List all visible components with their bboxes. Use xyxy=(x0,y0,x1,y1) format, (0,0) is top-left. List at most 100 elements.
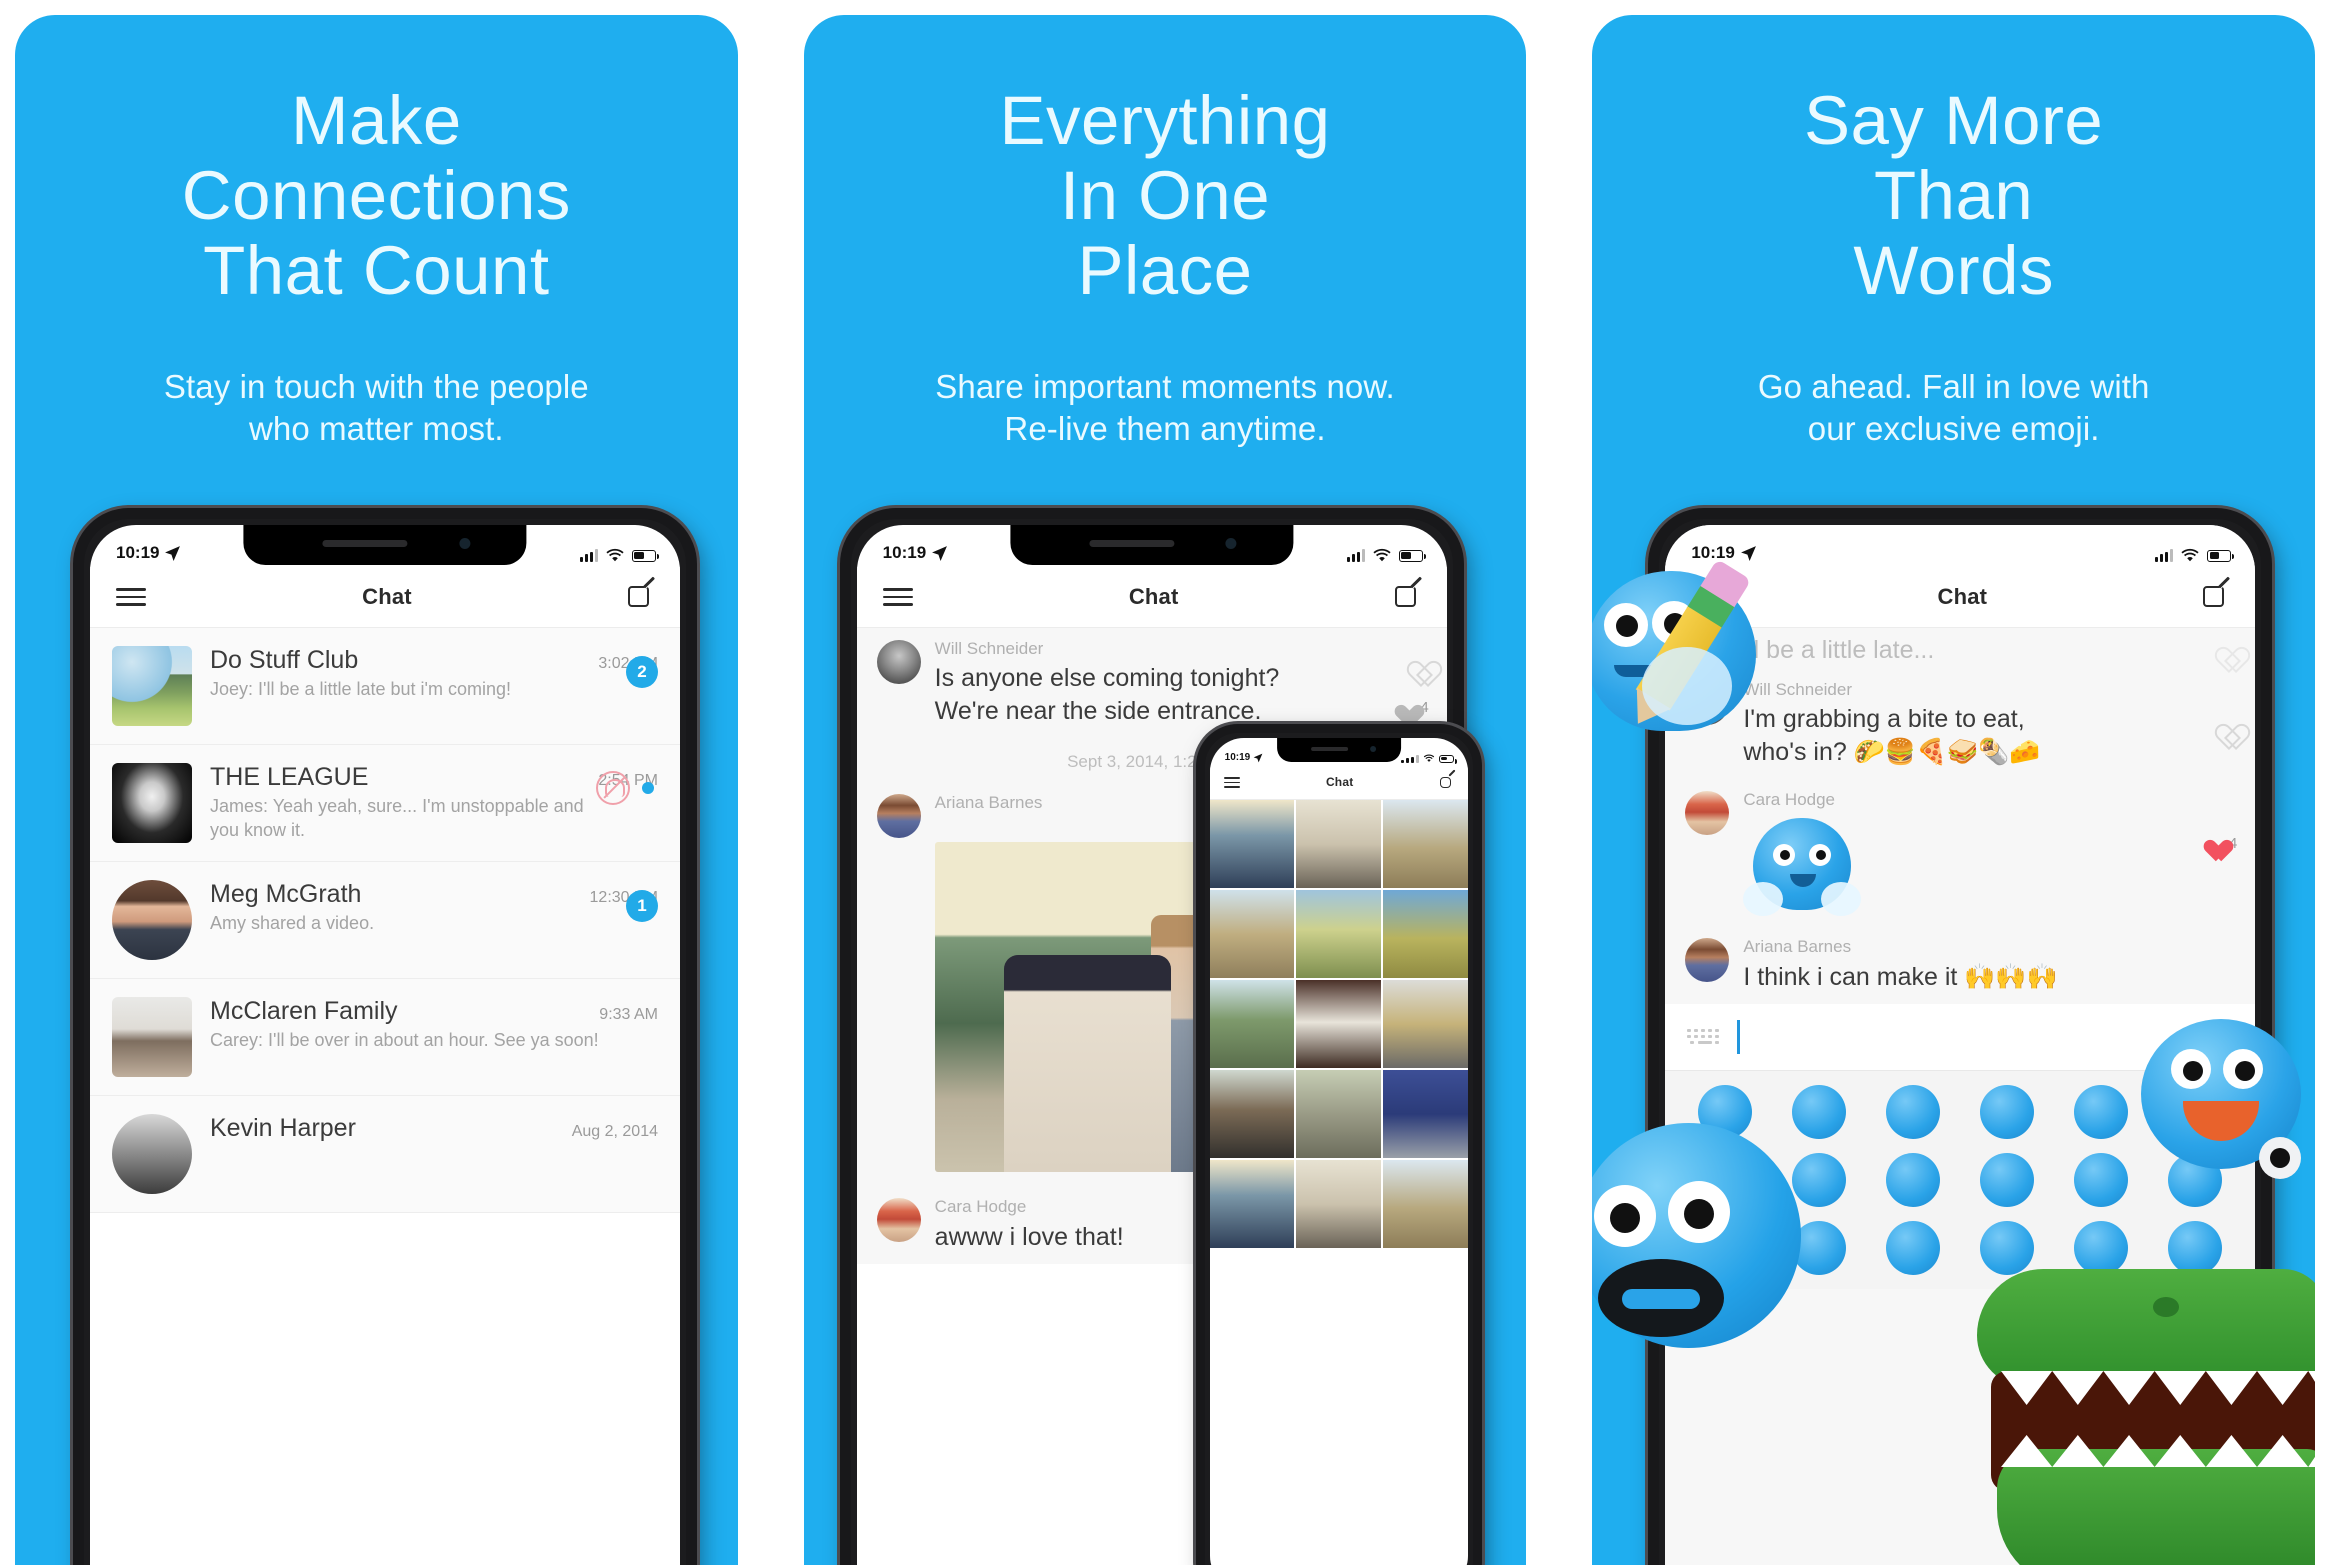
blue-blob-open-mouth-sticker xyxy=(1592,1123,1816,1363)
status-time: 10:19 xyxy=(1224,752,1251,763)
status-bar: 10:19 xyxy=(857,525,1447,567)
phone-mockup-photo-grid: 10:19 Chat xyxy=(1195,724,1482,1565)
battery-icon xyxy=(1398,549,1426,562)
panel-2-subheadline: Share important moments now. Re-live the… xyxy=(804,366,1527,450)
grid-photo[interactable] xyxy=(1383,979,1468,1068)
wifi-icon xyxy=(2181,548,2199,562)
blue-blob-hug-sticker xyxy=(1743,818,1862,922)
conversation-time: Aug 2, 2014 xyxy=(571,1122,658,1140)
conversation-name: McClaren Family xyxy=(210,996,398,1025)
hamburger-menu-icon[interactable] xyxy=(116,583,146,611)
avatar xyxy=(1685,938,1730,983)
status-left: 10:19 xyxy=(116,543,181,563)
grid-photo[interactable] xyxy=(1296,799,1381,888)
grid-photo[interactable] xyxy=(1296,1159,1381,1248)
message-reactions[interactable] xyxy=(2211,713,2237,737)
message[interactable]: Cara Hodge 4 xyxy=(1665,779,2255,926)
emoji-blob-angry[interactable] xyxy=(1886,1220,1941,1275)
status-right xyxy=(1400,754,1457,764)
emoji-blob-nerd[interactable] xyxy=(1980,1152,2035,1207)
panel-1-subheadline: Stay in touch with the people who matter… xyxy=(15,366,738,450)
page-title: Chat xyxy=(362,583,412,609)
panel-3-header: Say More Than Words Go ahead. Fall in lo… xyxy=(1592,15,2315,450)
message[interactable]: Will Schneider Is anyone else coming ton… xyxy=(857,628,1447,739)
message-reaction-count-group[interactable]: 4 xyxy=(1390,696,1428,720)
list-item-header: Meg McGrath 12:30 PM xyxy=(210,880,658,909)
headline-line: Say More xyxy=(1804,82,2104,159)
emoji-blob-happy[interactable] xyxy=(2074,1152,2129,1207)
status-time: 10:19 xyxy=(116,543,160,562)
conversation-preview: James: Yeah yeah, sure... I'm unstoppabl… xyxy=(210,795,584,840)
grid-photo[interactable] xyxy=(1383,889,1468,978)
status-bar: 10:19 xyxy=(1210,738,1468,766)
grid-photo[interactable] xyxy=(1296,889,1381,978)
list-item-body: Meg McGrath 12:30 PM Amy shared a video.… xyxy=(210,880,658,936)
list-item[interactable]: Do Stuff Club 3:02 PM Joey: I'll be a li… xyxy=(90,628,680,745)
signal-bars-icon xyxy=(1400,754,1419,763)
photo-grid[interactable] xyxy=(1209,799,1468,1248)
heart-filled-icon[interactable] xyxy=(1390,696,1416,720)
signal-bars-icon xyxy=(1346,549,1365,562)
message-sender: Ariana Barnes xyxy=(1743,937,1852,957)
conversation-time: 9:33 AM xyxy=(599,1005,658,1023)
headline-line: Than xyxy=(1874,157,2034,235)
phone-screen: 10:19 Chat xyxy=(90,525,680,1565)
heart-filled-red-icon[interactable] xyxy=(2199,831,2225,855)
grid-photo[interactable] xyxy=(1209,979,1295,1068)
unread-badge: 1 xyxy=(626,889,658,922)
keyboard-icon[interactable] xyxy=(1687,1025,1723,1049)
grid-photo[interactable] xyxy=(1383,1069,1468,1158)
grid-photo[interactable] xyxy=(1383,1159,1468,1248)
emoji-blob-wink[interactable] xyxy=(2074,1084,2129,1139)
avatar xyxy=(876,639,921,684)
grid-photo[interactable] xyxy=(1209,1069,1295,1158)
emoji-blob-smirk[interactable] xyxy=(1980,1084,2035,1139)
battery-icon xyxy=(632,549,659,562)
list-item[interactable]: Meg McGrath 12:30 PM Amy shared a video.… xyxy=(90,862,680,979)
heart-outline-icon[interactable] xyxy=(2211,713,2237,737)
status-time: 10:19 xyxy=(1691,543,1735,562)
grid-photo[interactable] xyxy=(1209,1159,1295,1248)
blue-blob-with-pencil-sticker xyxy=(1592,558,1776,746)
grid-photo[interactable] xyxy=(1209,889,1295,978)
subhead-line: Stay in touch with the people xyxy=(163,367,589,405)
heart-outline-icon[interactable] xyxy=(2211,636,2237,660)
hamburger-menu-icon[interactable] xyxy=(1223,774,1240,791)
panel-make-connections: Make Connections That Count Stay in touc… xyxy=(15,15,738,1565)
list-item[interactable]: THE LEAGUE 2:54 PM James: Yeah yeah, sur… xyxy=(90,745,680,862)
compose-icon[interactable] xyxy=(1394,576,1422,610)
message-text: who's in? 🌮🍔🍕🥪🌯🧀 xyxy=(1743,738,2041,767)
compose-icon[interactable] xyxy=(627,576,655,610)
chat-navbar: Chat xyxy=(856,567,1447,628)
grid-photo[interactable] xyxy=(1296,979,1381,1068)
chat-navbar: Chat xyxy=(90,567,680,628)
heart-outline-icon[interactable] xyxy=(1403,650,1429,674)
location-arrow-icon xyxy=(165,545,181,561)
page-title: Chat xyxy=(1128,583,1179,609)
message-reactions[interactable] xyxy=(1403,650,1429,674)
status-time: 10:19 xyxy=(882,543,927,562)
grid-photo[interactable] xyxy=(1383,799,1468,888)
grid-photo[interactable] xyxy=(1296,1069,1381,1158)
message[interactable]: Ariana Barnes I think i can make it 🙌🙌🙌 xyxy=(1665,926,2255,1004)
list-item[interactable]: Kevin Harper Aug 2, 2014 xyxy=(90,1096,680,1213)
headline-line: Everything xyxy=(999,82,1331,159)
compose-icon[interactable] xyxy=(1439,769,1456,789)
grid-photo[interactable] xyxy=(1209,799,1295,888)
location-arrow-icon xyxy=(1740,545,1756,561)
message-text: Is anyone else coming tonight? xyxy=(934,664,1280,693)
hamburger-menu-icon[interactable] xyxy=(882,583,913,611)
chat-navbar: Chat xyxy=(1209,766,1468,800)
headline-line: In One xyxy=(1059,157,1271,235)
conversation-preview: Joey: I'll be a little late but i'm comi… xyxy=(210,678,512,699)
emoji-blob-silly[interactable] xyxy=(1886,1152,1941,1207)
compose-icon[interactable] xyxy=(2203,576,2231,610)
unread-dot xyxy=(642,781,654,794)
emoji-blob-content[interactable] xyxy=(1886,1084,1941,1139)
text-input-caret[interactable] xyxy=(1737,1019,1741,1054)
conversation-avatar xyxy=(112,996,192,1077)
list-item-header: Kevin Harper Aug 2, 2014 xyxy=(210,1114,658,1143)
list-item[interactable]: McClaren Family 9:33 AM Carey: I'll be o… xyxy=(90,979,680,1096)
message-reactions[interactable]: 4 xyxy=(2199,831,2237,855)
chat-list[interactable]: Do Stuff Club 3:02 PM Joey: I'll be a li… xyxy=(90,627,680,1213)
